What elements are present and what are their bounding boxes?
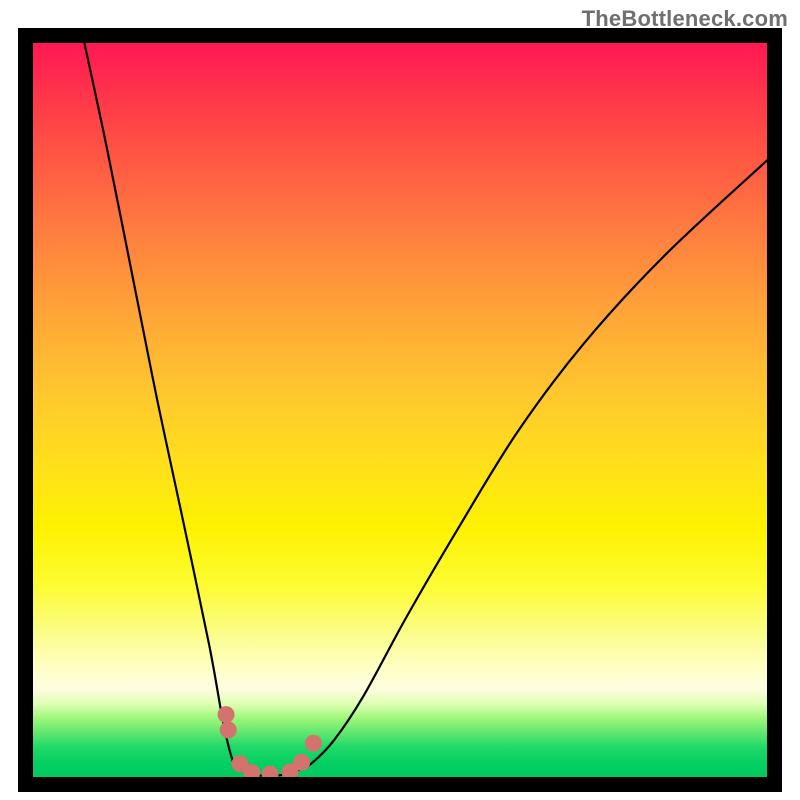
threshold-dot — [262, 766, 279, 777]
threshold-markers — [218, 706, 322, 777]
curve-left-branch — [84, 43, 242, 771]
threshold-dot — [220, 722, 237, 739]
threshold-dot — [293, 754, 310, 771]
chart-frame — [18, 28, 782, 792]
chart-gradient-background — [33, 43, 767, 777]
curve-right-branch — [299, 160, 767, 769]
threshold-dot — [218, 706, 235, 723]
chart-curve-svg — [33, 43, 767, 777]
threshold-dot — [305, 735, 322, 752]
